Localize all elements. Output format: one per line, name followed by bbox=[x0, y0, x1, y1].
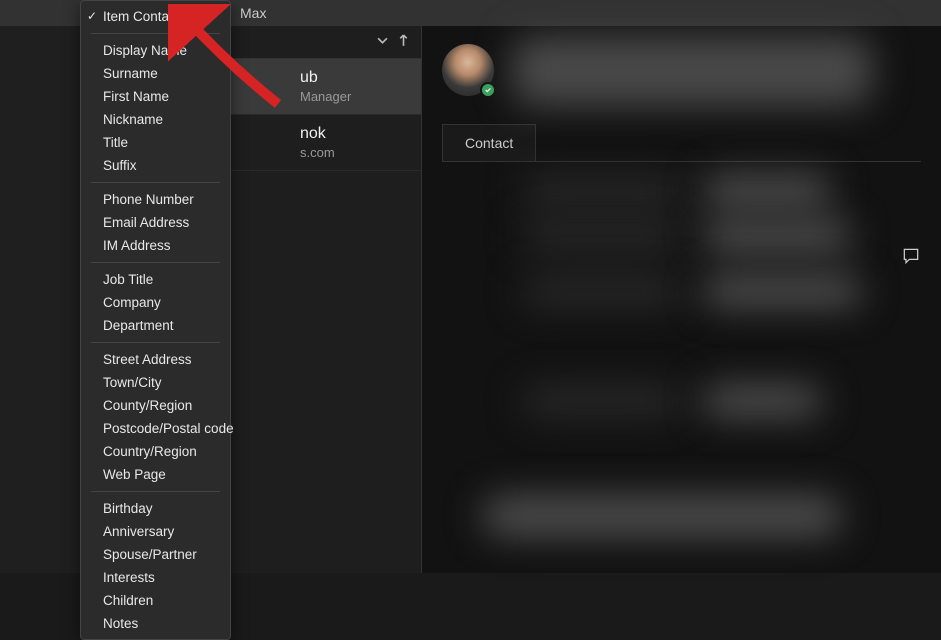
sort-up-icon[interactable] bbox=[398, 34, 409, 50]
dropdown-separator bbox=[91, 182, 220, 183]
dropdown-item[interactable]: Street Address bbox=[81, 348, 230, 371]
blurred-region bbox=[702, 221, 852, 251]
dropdown-item[interactable]: Department bbox=[81, 314, 230, 337]
search-field-dropdown[interactable]: Item Contains Display NameSurnameFirst Na… bbox=[80, 0, 231, 640]
dropdown-separator bbox=[91, 33, 220, 34]
dropdown-item[interactable]: County/Region bbox=[81, 394, 230, 417]
search-value[interactable]: Max bbox=[240, 5, 266, 21]
contact-subtitle: Manager bbox=[300, 89, 405, 104]
dropdown-item[interactable]: Title bbox=[81, 131, 230, 154]
dropdown-item[interactable]: Job Title bbox=[81, 268, 230, 291]
blurred-region bbox=[522, 386, 682, 416]
presence-badge bbox=[480, 82, 496, 98]
dropdown-item[interactable]: Suffix bbox=[81, 154, 230, 177]
blurred-region bbox=[482, 496, 842, 536]
dropdown-item[interactable]: Company bbox=[81, 291, 230, 314]
dropdown-item[interactable]: Web Page bbox=[81, 463, 230, 486]
blurred-region bbox=[702, 276, 862, 306]
dropdown-item[interactable]: First Name bbox=[81, 85, 230, 108]
blurred-region bbox=[522, 176, 682, 206]
contact-name-fragment: nok bbox=[300, 125, 405, 143]
blurred-region bbox=[702, 386, 822, 416]
dropdown-item[interactable]: Surname bbox=[81, 62, 230, 85]
dropdown-item[interactable]: Children bbox=[81, 589, 230, 612]
chat-icon[interactable] bbox=[901, 246, 921, 269]
dropdown-item[interactable]: Notes bbox=[81, 612, 230, 635]
contact-detail-panel: Contact bbox=[422, 26, 941, 573]
dropdown-separator bbox=[91, 262, 220, 263]
avatar-wrap bbox=[442, 44, 494, 96]
dropdown-separator bbox=[91, 491, 220, 492]
dropdown-item[interactable]: Display Name bbox=[81, 39, 230, 62]
dropdown-item[interactable]: IM Address bbox=[81, 234, 230, 257]
blurred-region bbox=[702, 176, 832, 206]
chevron-down-icon[interactable] bbox=[377, 35, 388, 49]
dropdown-item[interactable]: Nickname bbox=[81, 108, 230, 131]
dropdown-item[interactable]: Postcode/Postal code bbox=[81, 417, 230, 440]
dropdown-item[interactable]: Interests bbox=[81, 566, 230, 589]
dropdown-item[interactable]: Anniversary bbox=[81, 520, 230, 543]
dropdown-item[interactable]: Phone Number bbox=[81, 188, 230, 211]
dropdown-item[interactable]: Town/City bbox=[81, 371, 230, 394]
left-gutter bbox=[0, 26, 80, 573]
dropdown-item[interactable]: Country/Region bbox=[81, 440, 230, 463]
dropdown-item[interactable]: Email Address bbox=[81, 211, 230, 234]
blurred-region bbox=[522, 276, 682, 306]
dropdown-separator bbox=[91, 342, 220, 343]
tab-contact[interactable]: Contact bbox=[442, 124, 536, 161]
dropdown-item[interactable]: Birthday bbox=[81, 497, 230, 520]
contact-subtitle: s.com bbox=[300, 145, 405, 160]
tab-strip: Contact bbox=[442, 124, 921, 162]
dropdown-item[interactable]: Spouse/Partner bbox=[81, 543, 230, 566]
contact-name-fragment: ub bbox=[300, 69, 405, 87]
blurred-region bbox=[522, 221, 682, 251]
dropdown-item[interactable]: Item Contains bbox=[81, 5, 230, 28]
blurred-region bbox=[512, 36, 872, 106]
